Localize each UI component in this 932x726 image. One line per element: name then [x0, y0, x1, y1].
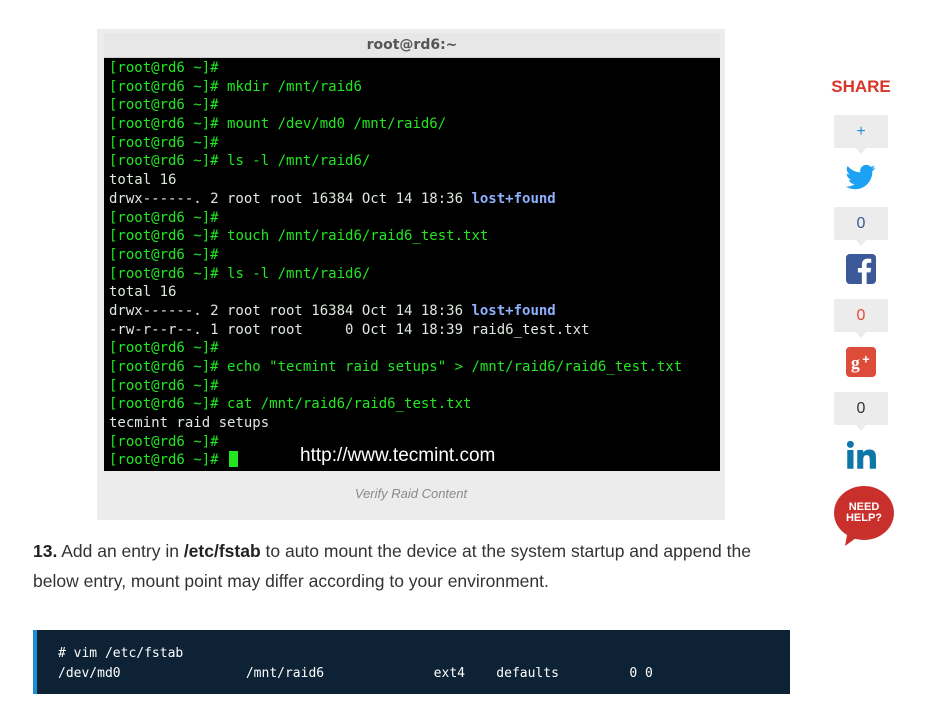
watermark-url: http://www.tecmint.com [300, 445, 496, 466]
google-plus-count: 0 [834, 392, 888, 431]
terminal-prompt: [root@rd6 ~]# [109, 228, 228, 245]
terminal-line: [root@rd6 ~]# [109, 377, 720, 396]
terminal-line: [root@rd6 ~]# touch /mnt/raid6/raid6_tes… [109, 227, 720, 246]
terminal-line: [root@rd6 ~]# [109, 209, 720, 228]
terminal-output-text: drwx------. 2 root root 16384 Oct 14 18:… [109, 302, 472, 319]
terminal-prompt: [root@rd6 ~]# [109, 153, 228, 170]
facebook-icon[interactable] [846, 254, 876, 284]
terminal-line: [root@rd6 ~]# echo "tecmint raid setups"… [109, 358, 720, 377]
terminal-command: ls -l /mnt/raid6/ [227, 265, 371, 282]
terminal-output-text: drwx------. 2 root root 16384 Oct 14 18:… [109, 190, 472, 207]
code-block[interactable]: # vim /etc/fstab/dev/md0 /mnt/raid6 ext4… [33, 630, 790, 694]
terminal-command: mkdir /mnt/raid6 [227, 78, 362, 95]
terminal-line: tecmint raid setups [109, 414, 720, 433]
terminal-line: [root@rd6 ~]# [109, 134, 720, 153]
need-help-button[interactable]: NEED HELP? [833, 485, 895, 547]
terminal-line: [root@rd6 ~]# [109, 339, 720, 358]
terminal-prompt: [root@rd6 ~]# [109, 396, 228, 413]
terminal-prompt: [root@rd6 ~]# [109, 97, 228, 114]
share-plus-button[interactable]: + [834, 115, 888, 154]
terminal-prompt: [root@rd6 ~]# [109, 265, 228, 282]
share-label: SHARE [831, 77, 891, 96]
terminal-line: [root@rd6 ~]# cat /mnt/raid6/raid6_test.… [109, 395, 720, 414]
terminal-line: -rw-r--r--. 1 root root 0 Oct 14 18:39 r… [109, 321, 720, 340]
terminal-line: [root@rd6 ~]# ls -l /mnt/raid6/ [109, 265, 720, 284]
terminal-prompt: [root@rd6 ~]# [109, 246, 228, 263]
terminal-output-text: total 16 [109, 172, 177, 189]
terminal-line: total 16 [109, 171, 720, 190]
terminal-line: [root@rd6 ~]# [109, 59, 720, 78]
terminal-command: mount /dev/md0 /mnt/raid6/ [227, 116, 447, 133]
terminal-line: [root@rd6 ~]# [109, 96, 720, 115]
terminal-prompt: [root@rd6 ~]# [109, 60, 228, 76]
terminal-titlebar: root@rd6:~ [104, 33, 720, 58]
terminal-output: [root@rd6 ~]# [root@rd6 ~]# mkdir /mnt/r… [104, 58, 720, 470]
terminal-output-text: tecmint raid setups [109, 415, 270, 432]
fstab-path: /etc/fstab [183, 541, 261, 561]
terminal-cursor [229, 451, 239, 468]
terminal-command: ls -l /mnt/raid6/ [227, 153, 371, 170]
terminal-prompt: [root@rd6 ~]# [109, 359, 228, 375]
svg-text:g: g [851, 352, 860, 372]
terminal-command: touch /mnt/raid6/raid6_test.txt [227, 228, 489, 245]
paragraph-text-1: Add an entry in [57, 541, 184, 561]
terminal-line: [root@rd6 ~]# mkdir /mnt/raid6 [109, 78, 720, 97]
terminal-line: [root@rd6 ~]# ls -l /mnt/raid6/ [109, 152, 720, 171]
terminal-prompt: [root@rd6 ~]# [109, 340, 228, 357]
terminal-screenshot: root@rd6:~ [root@rd6 ~]# [root@rd6 ~]# m… [104, 33, 720, 471]
terminal-command: cat /mnt/raid6/raid6_test.txt [227, 396, 472, 413]
terminal-command: echo "tecmint raid setups" > /mnt/raid6/… [227, 359, 683, 375]
google-plus-icon[interactable]: g + [846, 347, 876, 377]
terminal-line: total 16 [109, 283, 720, 302]
code-line-1: # vim /etc/fstab [58, 646, 184, 661]
code-line-2: /dev/md0 /mnt/raid6 ext4 defaults 0 0 [58, 666, 653, 681]
svg-text:+: + [862, 352, 869, 366]
step-paragraph: 13. Add an entry in /etc/fstab to auto m… [33, 536, 793, 596]
terminal-line: [root@rd6 ~]# [109, 246, 720, 265]
terminal-prompt: [root@rd6 ~]# [109, 209, 228, 226]
linkedin-icon[interactable] [846, 440, 876, 470]
terminal-prompt: [root@rd6 ~]# [109, 377, 228, 394]
terminal-line: drwx------. 2 root root 16384 Oct 14 18:… [109, 302, 720, 321]
terminal-prompt: [root@rd6 ~]# [109, 78, 228, 95]
terminal-directory-name: lost+found [471, 190, 556, 207]
twitter-count: 0 [834, 207, 888, 246]
terminal-prompt: [root@rd6 ~]# [109, 116, 228, 133]
terminal-line: [root@rd6 ~]# mount /dev/md0 /mnt/raid6/ [109, 115, 720, 134]
facebook-count: 0 [834, 299, 888, 338]
terminal-prompt: [root@rd6 ~]# [109, 452, 228, 469]
terminal-prompt: [root@rd6 ~]# [109, 134, 228, 151]
terminal-line: drwx------. 2 root root 16384 Oct 14 18:… [109, 190, 720, 209]
step-number: 13. [33, 541, 58, 561]
terminal-directory-name: lost+found [471, 302, 556, 319]
figure-caption: Verify Raid Content [354, 486, 468, 501]
terminal-prompt: [root@rd6 ~]# [109, 433, 228, 450]
terminal-output-text: total 16 [109, 284, 177, 301]
terminal-output-text: -rw-r--r--. 1 root root 0 Oct 14 18:39 r… [109, 321, 590, 338]
twitter-icon[interactable] [846, 162, 876, 192]
need-help-text-1: NEED HELP? [846, 501, 882, 524]
